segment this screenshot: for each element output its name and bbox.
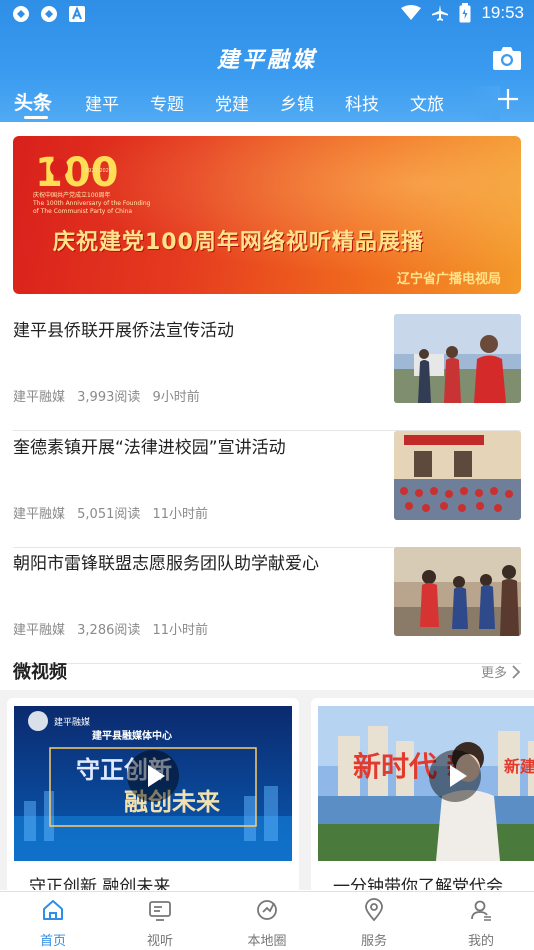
news-source: 建平融媒 [13, 507, 66, 522]
news-thumbnail [394, 431, 521, 520]
news-reads: 5,051阅读 [77, 507, 141, 522]
wifi-icon [401, 5, 422, 20]
nav-label: 视听 [146, 934, 173, 949]
chevron-right-icon [512, 664, 521, 679]
location-pin-icon [365, 898, 383, 922]
news-title: 朝阳市雷锋联盟志愿服务团队助学献爱心 [13, 554, 319, 574]
nav-label: 本地圈 [247, 934, 287, 949]
tab-zhuanti[interactable]: 专题 [150, 90, 184, 115]
news-title: 奎德素镇开展“法律进校园”宣讲活动 [13, 438, 286, 458]
news-reads: 3,286阅读 [77, 623, 141, 638]
add-channel-icon[interactable] [496, 87, 520, 111]
video-thumb-logo: 建平融媒 [54, 716, 90, 728]
nav-label: 首页 [39, 934, 66, 949]
font-a-icon [69, 6, 85, 22]
video-thumbnail: 新时代 新 新建平 [318, 706, 534, 861]
video-title: 一分钟带你了解党代会 [333, 877, 503, 890]
tab-wenlv[interactable]: 文旅 [410, 90, 444, 115]
tv-icon [149, 901, 171, 921]
tab-xiangzhen[interactable]: 乡镇 [280, 90, 314, 115]
app-title: 建平融媒 [216, 47, 317, 73]
logo-caption-en: The 100th Anniversary of the Founding of… [33, 200, 151, 215]
local-circle-icon [257, 900, 277, 920]
tab-toutiao[interactable]: 头条 [14, 88, 52, 115]
logo-caption-cn: 庆祝中国共产党成立100周年 [33, 192, 111, 199]
camera-icon[interactable] [492, 45, 522, 71]
banner-title: 庆祝建党100周年网络视听精品展播 [53, 230, 424, 255]
profile-icon [471, 900, 491, 921]
nav-shiting[interactable]: 视听 [120, 898, 200, 949]
news-reads: 3,993阅读 [77, 390, 141, 405]
app-notification-icon [13, 6, 29, 22]
news-meta: 建平融媒 3,993阅读 9小时前 [13, 386, 208, 405]
active-tab-indicator [24, 116, 48, 119]
nav-bendiquan[interactable]: 本地圈 [227, 898, 307, 949]
news-thumbnail [394, 314, 521, 403]
tab-dangjian[interactable]: 党建 [215, 90, 249, 115]
video-card[interactable]: 新时代 新 新建平 一分钟带你了解党代会 [311, 698, 534, 890]
news-title: 建平县侨联开展侨法宣传活动 [13, 321, 234, 341]
nav-fuwu[interactable]: 服务 [334, 898, 414, 949]
more-label: 更多 [480, 666, 507, 681]
news-meta: 建平融媒 3,286阅读 11小时前 [13, 619, 216, 638]
logo-caption: 庆祝中国共产党成立100周年 The 100th Anniversary of … [33, 192, 153, 216]
status-bar: 19:53 [0, 0, 534, 30]
tab-jianping[interactable]: 建平 [85, 90, 119, 115]
status-left-icons [12, 5, 86, 23]
video-thumb-header: 建平县融媒体中心 [91, 729, 172, 742]
nav-label: 服务 [360, 934, 387, 949]
video-carousel[interactable]: 建平融媒 建平县融媒体中心 守正创新 融创未来 守正创新 融创未来 新时代 新 … [0, 690, 534, 890]
video-title: 守正创新 融创未来 [29, 877, 171, 890]
micro-video-section-header: 微视频 更多 [13, 650, 521, 690]
status-time: 19:53 [481, 3, 524, 22]
battery-icon [459, 3, 471, 23]
home-icon [43, 900, 63, 920]
news-time: 11小时前 [152, 507, 209, 522]
airplane-icon [432, 5, 449, 21]
app-notification-icon [41, 6, 57, 22]
status-right-icons: 19:53 [401, 3, 524, 23]
section-title: 微视频 [13, 662, 67, 683]
news-time: 11小时前 [152, 623, 209, 638]
news-time: 9小时前 [152, 390, 200, 405]
bottom-navigation: 首页 视听 本地圈 服务 我的 [0, 891, 534, 950]
news-source: 建平融媒 [13, 390, 66, 405]
nav-home[interactable]: 首页 [13, 898, 93, 949]
play-icon[interactable] [127, 750, 179, 802]
video-card[interactable]: 建平融媒 建平县融媒体中心 守正创新 融创未来 守正创新 融创未来 [7, 698, 299, 890]
news-item[interactable]: 朝阳市雷锋联盟志愿服务团队助学献爱心 建平融媒 3,286阅读 11小时前 [13, 547, 521, 664]
news-thumbnail [394, 547, 521, 636]
play-icon[interactable] [429, 750, 481, 802]
news-item[interactable]: 建平县侨联开展侨法宣传活动 建平融媒 3,993阅读 9小时前 [13, 314, 521, 431]
nav-label: 我的 [467, 934, 494, 949]
video-thumb-text2: 新建平 [504, 757, 534, 776]
news-item[interactable]: 奎德素镇开展“法律进校园”宣讲活动 建平融媒 5,051阅读 11小时前 [13, 431, 521, 548]
news-source: 建平融媒 [13, 623, 66, 638]
top-header: 19:53 建平融媒 头条 建平 专题 党建 乡镇 科技 文旅 [0, 0, 534, 122]
promo-banner[interactable]: 100 1921 2021 庆祝中国共产党成立100周年 The 100th A… [13, 136, 521, 294]
news-meta: 建平融媒 5,051阅读 11小时前 [13, 503, 216, 522]
channel-tabs: 头条 建平 专题 党建 乡镇 科技 文旅 [0, 86, 534, 120]
banner-org: 辽宁省广播电视局 [396, 272, 501, 287]
logo-years: 1921 2021 [85, 168, 112, 174]
more-link[interactable]: 更多 [481, 662, 521, 681]
nav-wode[interactable]: 我的 [441, 898, 521, 949]
tab-keji[interactable]: 科技 [345, 90, 379, 115]
